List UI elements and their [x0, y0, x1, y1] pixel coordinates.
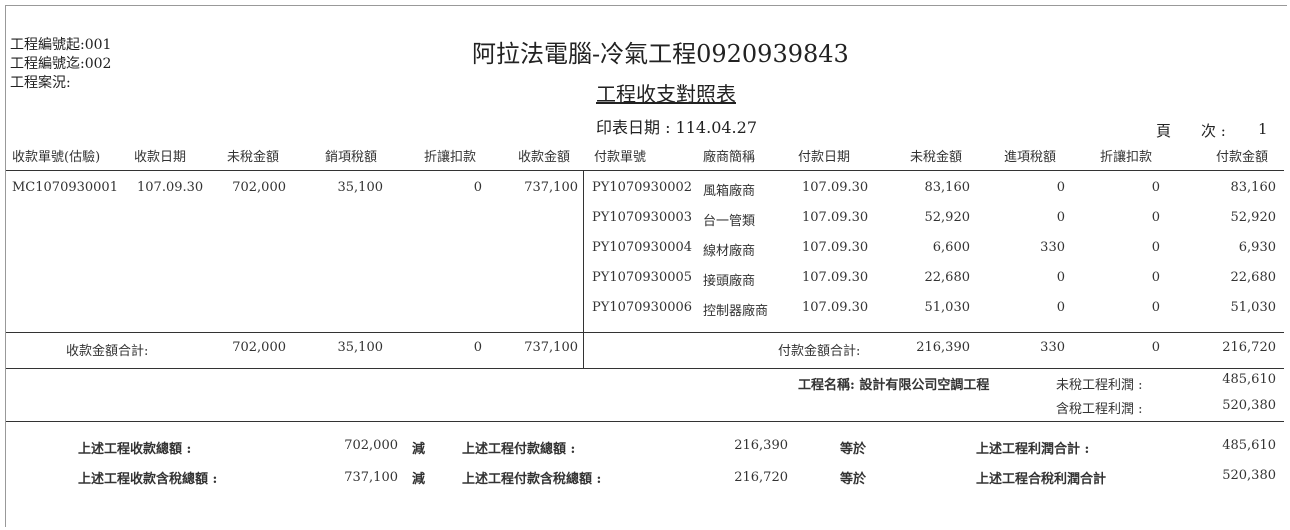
payment-untaxed: 83,160: [924, 180, 971, 195]
summary-profit-label: 上述工程合稅利潤合計: [976, 472, 1107, 487]
untaxed-profit-label: 未稅工程利潤 :: [1056, 378, 1143, 393]
payment-total-amount: 216,720: [1222, 340, 1276, 355]
header-rule: [6, 170, 1284, 171]
payment-date: 107.09.30: [802, 300, 869, 315]
project-name: 工程名稱: 設計有限公司空調工程: [798, 378, 990, 393]
payment-discount: 0: [1151, 300, 1160, 315]
summary-payment-value: 216,390: [734, 438, 788, 453]
payment-amount: 83,160: [1230, 180, 1277, 195]
summary-receipt-value: 702,000: [344, 438, 398, 453]
summary-payment-label: 上述工程付款總額 :: [462, 442, 576, 457]
page-label: 頁 次 :: [1156, 122, 1226, 140]
total-bottom-rule: [6, 368, 1284, 369]
summary-equals: 等於: [840, 442, 867, 457]
payment-tax: 330: [1040, 240, 1065, 255]
col-receipt-amount: 收款金額: [518, 150, 571, 165]
taxed-profit-value: 520,380: [1222, 398, 1276, 413]
col-payment-discount: 折讓扣款: [1100, 150, 1153, 165]
meta-project-status: 工程案況:: [10, 75, 71, 91]
detail-bottom-rule: [6, 332, 1284, 333]
vendor-name: 控制器廠商: [703, 304, 769, 319]
vendor-name: 風箱廠商: [703, 184, 756, 199]
company-name: 阿拉法電腦-冷氣工程0920939843: [472, 40, 849, 68]
vendor-name: 接頭廠商: [703, 274, 756, 289]
payment-untaxed: 6,600: [932, 240, 970, 255]
payment-total-untaxed: 216,390: [916, 340, 970, 355]
receipt-date: 107.09.30: [137, 180, 204, 195]
receipt-tax: 35,100: [337, 180, 384, 195]
payment-no: PY1070930006: [592, 300, 693, 315]
receipt-total-untaxed: 702,000: [232, 340, 286, 355]
col-payment-tax: 進項稅額: [1004, 150, 1057, 165]
payment-date: 107.09.30: [802, 240, 869, 255]
untaxed-profit-value: 485,610: [1222, 372, 1276, 387]
summary-payment-value: 216,720: [734, 470, 788, 485]
payment-untaxed: 51,030: [924, 300, 971, 315]
col-payment-no: 付款單號: [594, 150, 647, 165]
vendor-name: 線材廠商: [703, 244, 756, 259]
report-title: 工程收支對照表: [596, 82, 736, 106]
col-receipt-date: 收款日期: [134, 150, 187, 165]
column-divider: [583, 170, 584, 368]
summary-minus: 減: [412, 472, 426, 487]
meta-project-to: 工程編號迄:002: [10, 56, 112, 72]
receipt-total-label: 收款金額合計:: [66, 344, 149, 359]
page-number: 1: [1258, 120, 1268, 138]
payment-discount: 0: [1151, 180, 1160, 195]
payment-tax: 0: [1056, 270, 1065, 285]
summary-receipt-label: 上述工程收款含稅總額 :: [78, 472, 218, 487]
col-receipt-discount: 折讓扣款: [424, 150, 477, 165]
col-payment-date: 付款日期: [798, 150, 851, 165]
meta-project-from: 工程編號起:001: [10, 37, 112, 53]
summary-profit-value: 485,610: [1222, 438, 1276, 453]
payment-no: PY1070930005: [592, 270, 693, 285]
payment-total-label: 付款金額合計:: [778, 344, 861, 359]
payment-date: 107.09.30: [802, 180, 869, 195]
summary-receipt-value: 737,100: [344, 470, 398, 485]
payment-untaxed: 52,920: [924, 210, 971, 225]
receipt-amount: 737,100: [524, 180, 578, 195]
payment-amount: 6,930: [1238, 240, 1276, 255]
payment-discount: 0: [1151, 270, 1160, 285]
taxed-profit-label: 含稅工程利潤 :: [1056, 402, 1143, 417]
summary-receipt-label: 上述工程收款總額 :: [78, 442, 192, 457]
vendor-name: 台一管類: [703, 214, 756, 229]
col-payment-untaxed: 未稅金額: [910, 150, 963, 165]
payment-no: PY1070930004: [592, 240, 693, 255]
payment-discount: 0: [1151, 240, 1160, 255]
project-bottom-rule: [6, 421, 1284, 422]
payment-discount: 0: [1151, 210, 1160, 225]
col-payment-amount: 付款金額: [1216, 150, 1269, 165]
col-receipt-no: 收款單號(估驗): [12, 150, 101, 165]
payment-date: 107.09.30: [802, 210, 869, 225]
payment-no: PY1070930003: [592, 210, 693, 225]
summary-profit-value: 520,380: [1222, 468, 1276, 483]
summary-payment-label: 上述工程付款含稅總額 :: [462, 472, 602, 487]
payment-untaxed: 22,680: [924, 270, 971, 285]
payment-total-tax: 330: [1040, 340, 1065, 355]
receipt-total-tax: 35,100: [337, 340, 384, 355]
receipt-no: MC1070930001: [12, 180, 118, 195]
receipt-untaxed: 702,000: [232, 180, 286, 195]
payment-amount: 52,920: [1230, 210, 1277, 225]
payment-tax: 0: [1056, 300, 1065, 315]
col-receipt-tax: 銷項稅額: [325, 150, 378, 165]
report-meta: 工程編號起:001 工程編號迄:002 工程案況:: [10, 36, 111, 93]
print-date: 印表日期 : 114.04.27: [596, 118, 757, 137]
payment-date: 107.09.30: [802, 270, 869, 285]
payment-tax: 0: [1056, 210, 1065, 225]
payment-amount: 22,680: [1230, 270, 1277, 285]
payment-amount: 51,030: [1230, 300, 1277, 315]
summary-minus: 減: [412, 442, 426, 457]
receipt-discount: 0: [473, 180, 482, 195]
payment-total-discount: 0: [1151, 340, 1160, 355]
receipt-total-amount: 737,100: [524, 340, 578, 355]
col-receipt-untaxed: 未稅金額: [227, 150, 280, 165]
payment-tax: 0: [1056, 180, 1065, 195]
receipt-total-discount: 0: [473, 340, 482, 355]
summary-profit-label: 上述工程利潤合計 :: [976, 442, 1090, 457]
col-vendor: 廠商簡稱: [703, 150, 756, 165]
summary-equals: 等於: [840, 472, 867, 487]
payment-no: PY1070930002: [592, 180, 693, 195]
